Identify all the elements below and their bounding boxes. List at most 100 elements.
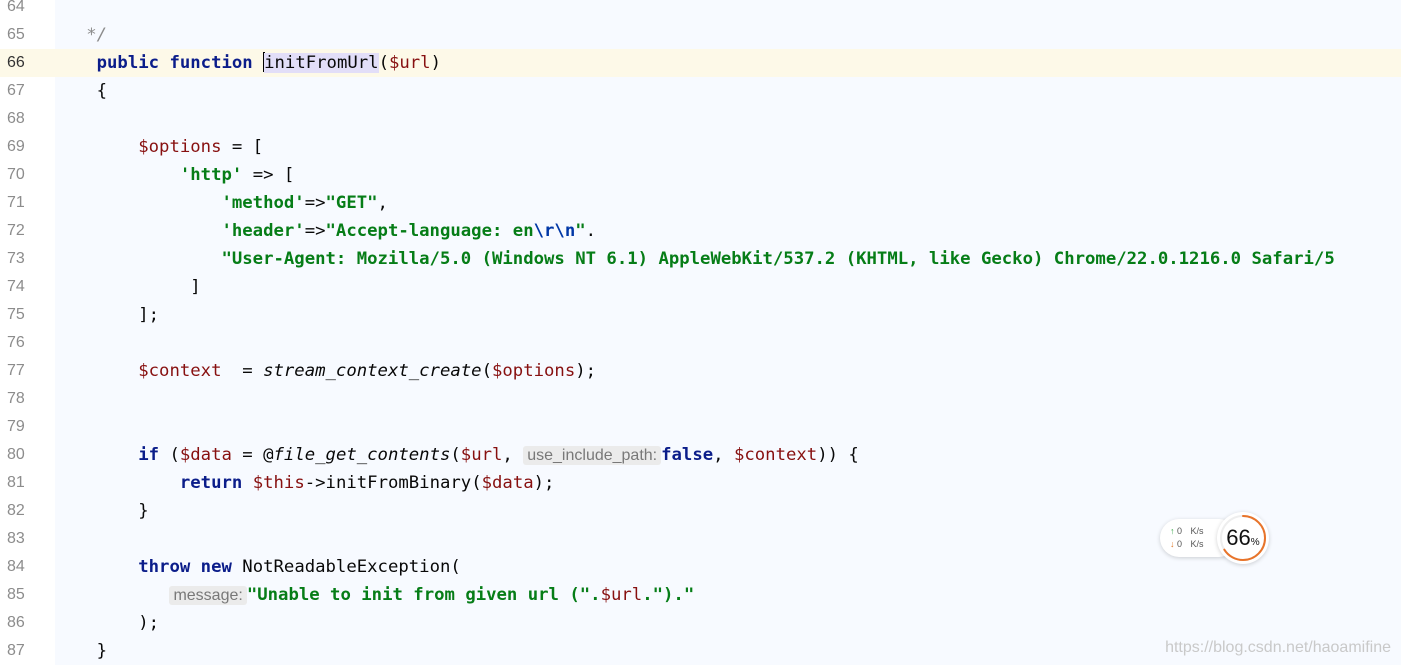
gauge-value: 66 [1226,525,1251,550]
line-number[interactable]: 66 [0,49,55,77]
code-text[interactable]: $options = [ [55,133,263,161]
code-line[interactable]: 81 return $this->initFromBinary($data); [0,469,1401,497]
line-number[interactable]: 83 [0,525,55,553]
code-line[interactable]: 79 [0,413,1401,441]
keyword-token: new [200,557,232,577]
keyword-token: false [661,445,714,465]
code-line[interactable]: 71 'method'=>"GET", [0,189,1401,217]
code-token: { [55,81,108,101]
line-number[interactable]: 87 [0,637,55,665]
network-speed-widget[interactable]: ↑ 0 K/s ↓ 0 K/s 66% [1160,512,1270,564]
variable-token: $url [460,445,503,465]
code-text[interactable]: $context = stream_context_create($option… [55,357,596,385]
line-number[interactable]: 73 [0,245,55,273]
code-token: = [ [221,137,264,157]
line-number[interactable]: 72 [0,217,55,245]
code-token: ); [533,473,555,493]
line-number[interactable]: 80 [0,441,55,469]
code-line[interactable]: 77 $context = stream_context_create($opt… [0,357,1401,385]
gauge-label: 66% [1217,512,1269,564]
code-line[interactable]: 70 'http' => [ [0,161,1401,189]
code-text[interactable]: message: "Unable to init from given url (… [55,581,694,609]
code-text[interactable]: } [55,637,107,665]
code-text[interactable]: "User-Agent: Mozilla/5.0 (Windows NT 6.1… [55,245,1334,273]
code-text[interactable]: { [55,77,107,105]
code-line[interactable]: 72 'header'=>"Accept-language: en\r\n". [0,217,1401,245]
code-line[interactable]: 74 ] [0,273,1401,301]
code-editor[interactable]: 64 65 */66 public function initFromUrl($u… [0,0,1401,665]
line-number[interactable]: 67 [0,77,55,105]
code-line[interactable]: 78 [0,385,1401,413]
code-line[interactable]: 85 message: "Unable to init from given ur… [0,581,1401,609]
memory-usage-gauge[interactable]: 66% [1217,512,1269,564]
code-text[interactable]: 'method'=>"GET", [55,189,387,217]
line-number[interactable]: 85 [0,581,55,609]
code-text[interactable]: } [55,497,148,525]
code-line[interactable]: 86 ); [0,609,1401,637]
code-line[interactable]: 64 [0,0,1401,21]
line-number[interactable]: 86 [0,609,55,637]
line-number[interactable]: 76 [0,329,55,357]
code-line[interactable]: 67 { [0,77,1401,105]
code-text[interactable]: ); [55,609,159,637]
code-text[interactable]: public function initFromUrl($url) [55,49,441,77]
code-text[interactable]: ]; [55,301,159,329]
string-token: "Accept-language: en [325,221,534,241]
code-line[interactable]: 76 [0,329,1401,357]
code-line[interactable]: 66 public function initFromUrl($url) [0,49,1401,77]
variable-token: $data [179,445,232,465]
code-token: => [ [242,165,295,185]
variable-token: $options [492,361,576,381]
line-number[interactable]: 71 [0,189,55,217]
code-line[interactable]: 75 ]; [0,301,1401,329]
code-token: ( [450,445,461,465]
code-line[interactable]: 80 if ($data = @file_get_contents($url, … [0,441,1401,469]
variable-token: $url [388,53,431,73]
code-line[interactable]: 69 $options = [ [0,133,1401,161]
code-line[interactable]: 68 [0,105,1401,133]
code-token: = @ [231,445,274,465]
line-number[interactable]: 69 [0,133,55,161]
line-number[interactable]: 81 [0,469,55,497]
line-number[interactable]: 64 [0,0,55,21]
code-text[interactable]: 'header'=>"Accept-language: en\r\n". [55,217,596,245]
code-line[interactable]: 65 */ [0,21,1401,49]
code-text[interactable]: ] [55,273,200,301]
line-number[interactable]: 75 [0,301,55,329]
line-number[interactable]: 65 [0,21,55,49]
line-number[interactable]: 68 [0,105,55,133]
line-number[interactable]: 82 [0,497,55,525]
line-number[interactable]: 77 [0,357,55,385]
code-token: => [304,221,326,241]
keyword-token: function [169,53,253,73]
line-number[interactable]: 74 [0,273,55,301]
code-text[interactable]: throw new NotReadableException( [55,553,461,581]
string-token: "Unable to init from given url (". [246,585,601,605]
download-arrow-icon: ↓ [1170,539,1175,549]
code-token: = [221,361,264,381]
code-text[interactable]: */ [55,21,107,49]
code-text[interactable]: if ($data = @file_get_contents($url, use… [55,441,859,469]
parameter-hint: use_include_path: [523,446,662,465]
line-number[interactable]: 78 [0,385,55,413]
selected-identifier: initFromUrl [264,53,379,73]
code-line[interactable]: 73 "User-Agent: Mozilla/5.0 (Windows NT … [0,245,1401,273]
keyword-token: public [96,53,160,73]
variable-token: $context [138,361,222,381]
line-number[interactable]: 84 [0,553,55,581]
code-text[interactable]: 'http' => [ [55,161,294,189]
code-text[interactable]: return $this->initFromBinary($data); [55,469,555,497]
watermark-text: https://blog.csdn.net/haoamifine [1165,639,1391,656]
line-number[interactable]: 70 [0,161,55,189]
string-token: .")." [642,585,695,605]
code-token: ); [55,613,160,633]
line-number[interactable]: 79 [0,413,55,441]
